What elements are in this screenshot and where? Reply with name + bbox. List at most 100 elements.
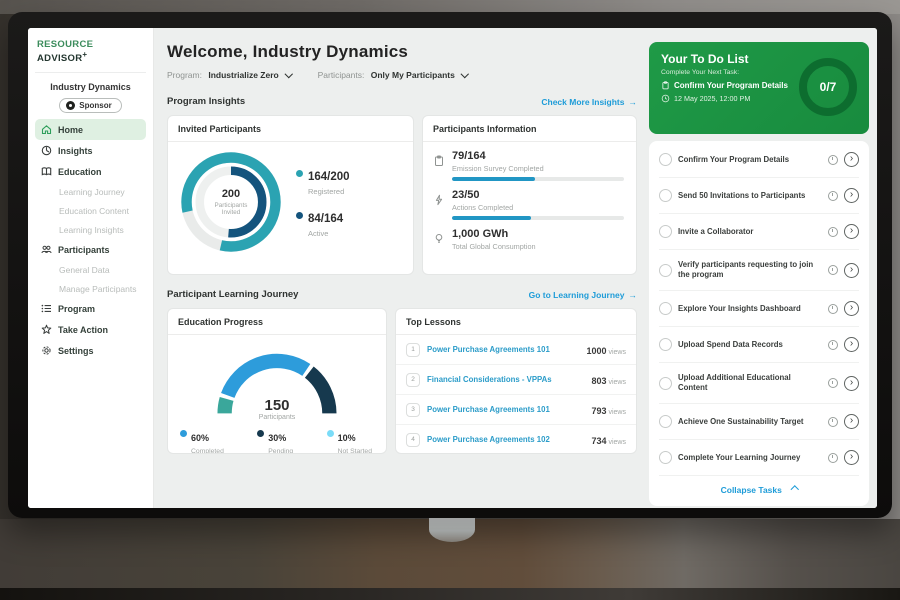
participants-information-card: Participants Information 79/164 Emission… bbox=[422, 115, 637, 275]
lesson-title-link[interactable]: Power Purchase Agreements 102 bbox=[427, 435, 584, 444]
task-chevron-button[interactable]: › bbox=[844, 301, 859, 316]
lesson-title-link[interactable]: Financial Considerations - VPPAs bbox=[427, 375, 584, 384]
task-checkbox[interactable] bbox=[659, 153, 672, 166]
sidebar-item-settings[interactable]: Settings bbox=[35, 340, 146, 361]
education-icon bbox=[41, 166, 52, 177]
clock-icon bbox=[828, 417, 838, 427]
progress-fill bbox=[452, 216, 531, 220]
todo-task-row[interactable]: Explore Your Insights Dashboard › bbox=[659, 290, 859, 326]
task-chevron-button[interactable]: › bbox=[844, 188, 859, 203]
sidebar-item-label: Home bbox=[58, 125, 83, 135]
lightbulb-icon bbox=[433, 233, 445, 245]
sidebar-item-label: Participants bbox=[58, 245, 110, 255]
clock-icon bbox=[828, 378, 838, 388]
sidebar-item-program[interactable]: Program bbox=[35, 298, 146, 319]
check-more-insights-link[interactable]: Check More Insights → bbox=[541, 97, 637, 107]
legend-label: Pending bbox=[268, 448, 293, 454]
sponsor-badge: Sponsor bbox=[59, 98, 121, 113]
todo-task-row[interactable]: Upload Additional Educational Content › bbox=[659, 362, 859, 403]
legend-dot bbox=[327, 430, 334, 437]
sponsor-label: Sponsor bbox=[79, 101, 111, 110]
clock-icon bbox=[828, 191, 838, 201]
sidebar-item-manage-participants[interactable]: Manage Participants bbox=[35, 279, 146, 298]
lesson-title-link[interactable]: Power Purchase Agreements 101 bbox=[427, 405, 584, 414]
todo-task-row[interactable]: Verify participants requesting to join t… bbox=[659, 249, 859, 290]
task-checkbox[interactable] bbox=[659, 377, 672, 390]
task-checkbox[interactable] bbox=[659, 189, 672, 202]
go-to-learning-journey-link[interactable]: Go to Learning Journey → bbox=[529, 290, 637, 300]
sidebar-item-take-action[interactable]: Take Action bbox=[35, 319, 146, 340]
sidebar-item-education[interactable]: Education bbox=[35, 161, 146, 182]
sidebar-item-learning-insights[interactable]: Learning Insights bbox=[35, 220, 146, 239]
clock-icon bbox=[661, 94, 670, 103]
task-checkbox[interactable] bbox=[659, 225, 672, 238]
lesson-views: 734 bbox=[591, 436, 606, 446]
task-chevron-button[interactable]: › bbox=[844, 337, 859, 352]
sidebar-item-insights[interactable]: Insights bbox=[35, 140, 146, 161]
sidebar-item-label: Insights bbox=[58, 146, 93, 156]
logo-primary: RESOURCE bbox=[37, 39, 93, 50]
legend-dot bbox=[296, 212, 303, 219]
sidebar: RESOURCE ADVISOR+ Industry Dynamics Spon… bbox=[28, 28, 154, 508]
todo-progress-value: 0/7 bbox=[820, 80, 837, 94]
todo-task-row[interactable]: Confirm Your Program Details › bbox=[659, 142, 859, 177]
todo-task-row[interactable]: Achieve One Sustainability Target › bbox=[659, 403, 859, 439]
lesson-row: 1 Power Purchase Agreements 101 1000view… bbox=[396, 335, 636, 365]
sidebar-item-learning-journey[interactable]: Learning Journey bbox=[35, 182, 146, 201]
task-label: Invite a Collaborator bbox=[678, 227, 822, 237]
lesson-title-link[interactable]: Power Purchase Agreements 101 bbox=[427, 345, 579, 354]
lesson-rank: 3 bbox=[406, 403, 420, 417]
monitor-bezel: RESOURCE ADVISOR+ Industry Dynamics Spon… bbox=[8, 12, 892, 518]
home-icon bbox=[41, 124, 52, 135]
program-filter-dropdown[interactable]: Program: Industrialize Zero bbox=[167, 70, 292, 80]
sidebar-item-education-content[interactable]: Education Content bbox=[35, 201, 146, 220]
task-chevron-button[interactable]: › bbox=[844, 224, 859, 239]
stat-value: 23/50 bbox=[452, 190, 624, 201]
education-progress-card: Education Progress 150 Participants 60% … bbox=[167, 308, 387, 454]
todo-task-row[interactable]: Upload Spend Data Records › bbox=[659, 326, 859, 362]
donut-center-value: 200 bbox=[222, 188, 240, 200]
todo-task-row[interactable]: Invite a Collaborator › bbox=[659, 213, 859, 249]
lesson-views-label: views bbox=[608, 409, 626, 416]
task-checkbox[interactable] bbox=[659, 451, 672, 464]
task-label: Upload Spend Data Records bbox=[678, 340, 822, 350]
task-label: Verify participants requesting to join t… bbox=[678, 260, 822, 280]
legend-item-not-started: 10% Not Started bbox=[327, 428, 372, 454]
todo-task-row[interactable]: Send 50 Invitations to Participants › bbox=[659, 177, 859, 213]
lesson-views-label: views bbox=[608, 379, 626, 386]
sidebar-item-home[interactable]: Home bbox=[35, 119, 146, 140]
stat-label: Total Global Consumption bbox=[452, 242, 624, 251]
task-checkbox[interactable] bbox=[659, 264, 672, 277]
learning-journey-cards: Education Progress 150 Participants 60% … bbox=[167, 308, 637, 454]
chevron-down-icon bbox=[461, 69, 469, 77]
task-checkbox[interactable] bbox=[659, 302, 672, 315]
lesson-views: 1000 bbox=[586, 346, 606, 356]
progress-track bbox=[452, 177, 624, 181]
task-chevron-button[interactable]: › bbox=[844, 152, 859, 167]
sidebar-item-label: Education bbox=[58, 167, 102, 177]
section-title: Program Insights bbox=[167, 96, 245, 107]
clock-icon bbox=[828, 227, 838, 237]
legend-label: Registered bbox=[308, 187, 350, 196]
chevron-down-icon bbox=[285, 69, 293, 77]
legend-item-completed: 60% Completed bbox=[180, 428, 224, 454]
donut-legend: 164/200 Registered 84/164 Active bbox=[296, 167, 350, 238]
task-chevron-button[interactable]: › bbox=[844, 376, 859, 391]
task-chevron-button[interactable]: › bbox=[844, 450, 859, 465]
monitor-stand bbox=[429, 517, 475, 542]
todo-header-card: Your To Do List Complete Your Next Task:… bbox=[649, 42, 869, 134]
task-chevron-button[interactable]: › bbox=[844, 414, 859, 429]
todo-task-row[interactable]: Complete Your Learning Journey › bbox=[659, 439, 859, 475]
task-chevron-button[interactable]: › bbox=[844, 263, 859, 278]
task-checkbox[interactable] bbox=[659, 415, 672, 428]
participants-filter-dropdown[interactable]: Participants: Only My Participants bbox=[318, 70, 468, 80]
task-label: Explore Your Insights Dashboard bbox=[678, 304, 822, 314]
task-checkbox[interactable] bbox=[659, 338, 672, 351]
legend-item-active: 84/164 Active bbox=[296, 209, 350, 238]
sidebar-item-participants[interactable]: Participants bbox=[35, 239, 146, 260]
collapse-tasks-button[interactable]: Collapse Tasks bbox=[659, 475, 859, 505]
insights-icon bbox=[41, 145, 52, 156]
todo-column: Your To Do List Complete Your Next Task:… bbox=[649, 28, 877, 508]
sidebar-item-general-data[interactable]: General Data bbox=[35, 260, 146, 279]
lesson-views: 803 bbox=[591, 376, 606, 386]
